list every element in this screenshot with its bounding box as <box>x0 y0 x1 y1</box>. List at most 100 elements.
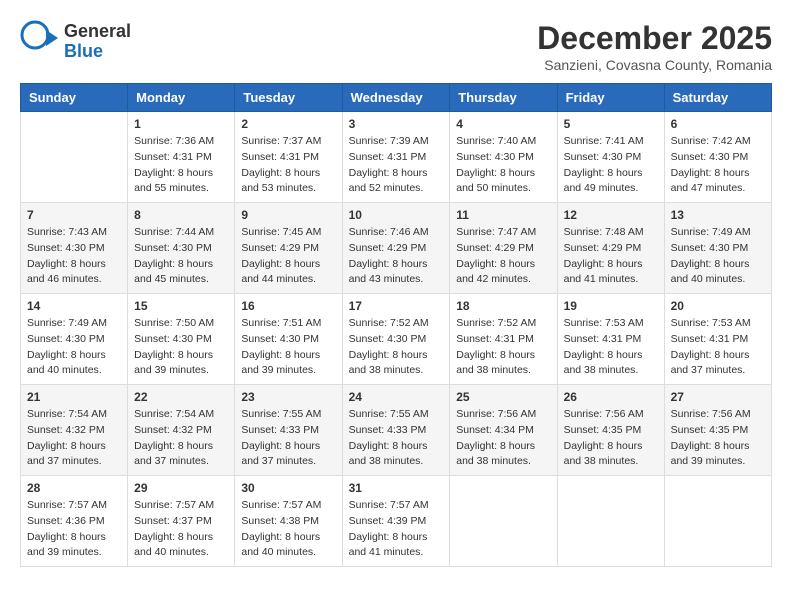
weekday-header-cell: Wednesday <box>342 84 450 112</box>
day-info: Sunrise: 7:52 AM Sunset: 4:30 PM Dayligh… <box>349 316 444 379</box>
logo-general-text: General <box>64 22 131 42</box>
calendar-day-cell: 1 Sunrise: 7:36 AM Sunset: 4:31 PM Daylig… <box>128 112 235 203</box>
day-info: Sunrise: 7:49 AM Sunset: 4:30 PM Dayligh… <box>671 225 765 288</box>
day-number: 9 <box>241 208 335 222</box>
weekday-header-cell: Saturday <box>664 84 771 112</box>
weekday-header-cell: Sunday <box>21 84 128 112</box>
month-title: December 2025 <box>537 20 772 57</box>
day-info: Sunrise: 7:40 AM Sunset: 4:30 PM Dayligh… <box>456 134 550 197</box>
day-info: Sunrise: 7:51 AM Sunset: 4:30 PM Dayligh… <box>241 316 335 379</box>
calendar-day-cell: 2 Sunrise: 7:37 AM Sunset: 4:31 PM Daylig… <box>235 112 342 203</box>
calendar-day-cell <box>21 112 128 203</box>
day-info: Sunrise: 7:57 AM Sunset: 4:37 PM Dayligh… <box>134 498 228 561</box>
day-number: 4 <box>456 117 550 131</box>
calendar-day-cell: 16 Sunrise: 7:51 AM Sunset: 4:30 PM Dayli… <box>235 294 342 385</box>
calendar-day-cell: 28 Sunrise: 7:57 AM Sunset: 4:36 PM Dayli… <box>21 476 128 567</box>
calendar-day-cell: 30 Sunrise: 7:57 AM Sunset: 4:38 PM Dayli… <box>235 476 342 567</box>
calendar-day-cell: 5Sunrise: 7:41 AM Sunset: 4:30 PM Daylig… <box>557 112 664 203</box>
day-info: Sunrise: 7:43 AM Sunset: 4:30 PM Dayligh… <box>27 225 121 288</box>
calendar-day-cell: 13 Sunrise: 7:49 AM Sunset: 4:30 PM Dayli… <box>664 203 771 294</box>
calendar-day-cell: 7Sunrise: 7:43 AM Sunset: 4:30 PM Daylig… <box>21 203 128 294</box>
calendar-table: SundayMondayTuesdayWednesdayThursdayFrid… <box>20 83 772 567</box>
day-info: Sunrise: 7:37 AM Sunset: 4:31 PM Dayligh… <box>241 134 335 197</box>
day-info: Sunrise: 7:46 AM Sunset: 4:29 PM Dayligh… <box>349 225 444 288</box>
calendar-day-cell: 22Sunrise: 7:54 AM Sunset: 4:32 PM Dayli… <box>128 385 235 476</box>
calendar-day-cell: 8Sunrise: 7:44 AM Sunset: 4:30 PM Daylig… <box>128 203 235 294</box>
calendar-day-cell: 18Sunrise: 7:52 AM Sunset: 4:31 PM Dayli… <box>450 294 557 385</box>
calendar-day-cell: 14 Sunrise: 7:49 AM Sunset: 4:30 PM Dayli… <box>21 294 128 385</box>
calendar-day-cell: 19Sunrise: 7:53 AM Sunset: 4:31 PM Dayli… <box>557 294 664 385</box>
day-info: Sunrise: 7:39 AM Sunset: 4:31 PM Dayligh… <box>349 134 444 197</box>
day-number: 31 <box>349 481 444 495</box>
day-number: 28 <box>27 481 121 495</box>
calendar-day-cell: 4 Sunrise: 7:40 AM Sunset: 4:30 PM Daylig… <box>450 112 557 203</box>
calendar-day-cell: 20 Sunrise: 7:53 AM Sunset: 4:31 PM Dayli… <box>664 294 771 385</box>
day-number: 16 <box>241 299 335 313</box>
logo: General Blue <box>20 20 131 63</box>
calendar-day-cell: 12Sunrise: 7:48 AM Sunset: 4:29 PM Dayli… <box>557 203 664 294</box>
calendar-day-cell: 17 Sunrise: 7:52 AM Sunset: 4:30 PM Dayli… <box>342 294 450 385</box>
day-number: 13 <box>671 208 765 222</box>
calendar-day-cell: 3 Sunrise: 7:39 AM Sunset: 4:31 PM Daylig… <box>342 112 450 203</box>
calendar-day-cell <box>557 476 664 567</box>
day-info: Sunrise: 7:57 AM Sunset: 4:36 PM Dayligh… <box>27 498 121 561</box>
day-number: 24 <box>349 390 444 404</box>
day-number: 5 <box>564 117 658 131</box>
logo-icon <box>20 20 58 58</box>
calendar-day-cell: 11 Sunrise: 7:47 AM Sunset: 4:29 PM Dayli… <box>450 203 557 294</box>
calendar-day-cell: 27 Sunrise: 7:56 AM Sunset: 4:35 PM Dayli… <box>664 385 771 476</box>
day-info: Sunrise: 7:57 AM Sunset: 4:38 PM Dayligh… <box>241 498 335 561</box>
day-number: 14 <box>27 299 121 313</box>
weekday-header-cell: Friday <box>557 84 664 112</box>
calendar-day-cell <box>450 476 557 567</box>
day-number: 26 <box>564 390 658 404</box>
calendar-body: 1 Sunrise: 7:36 AM Sunset: 4:31 PM Daylig… <box>21 112 772 567</box>
day-info: Sunrise: 7:57 AM Sunset: 4:39 PM Dayligh… <box>349 498 444 561</box>
title-area: December 2025 Sanzieni, Covasna County, … <box>537 20 772 73</box>
day-info: Sunrise: 7:36 AM Sunset: 4:31 PM Dayligh… <box>134 134 228 197</box>
calendar-day-cell: 31 Sunrise: 7:57 AM Sunset: 4:39 PM Dayli… <box>342 476 450 567</box>
calendar-day-cell: 24 Sunrise: 7:55 AM Sunset: 4:33 PM Dayli… <box>342 385 450 476</box>
day-info: Sunrise: 7:47 AM Sunset: 4:29 PM Dayligh… <box>456 225 550 288</box>
day-number: 10 <box>349 208 444 222</box>
logo-blue-text: Blue <box>64 42 131 62</box>
calendar-day-cell: 23Sunrise: 7:55 AM Sunset: 4:33 PM Dayli… <box>235 385 342 476</box>
day-number: 30 <box>241 481 335 495</box>
day-number: 27 <box>671 390 765 404</box>
calendar-week-row: 14 Sunrise: 7:49 AM Sunset: 4:30 PM Dayli… <box>21 294 772 385</box>
calendar-day-cell: 15 Sunrise: 7:50 AM Sunset: 4:30 PM Dayli… <box>128 294 235 385</box>
day-number: 6 <box>671 117 765 131</box>
day-info: Sunrise: 7:44 AM Sunset: 4:30 PM Dayligh… <box>134 225 228 288</box>
calendar-week-row: 1 Sunrise: 7:36 AM Sunset: 4:31 PM Daylig… <box>21 112 772 203</box>
calendar-day-cell: 25Sunrise: 7:56 AM Sunset: 4:34 PM Dayli… <box>450 385 557 476</box>
day-number: 20 <box>671 299 765 313</box>
weekday-header-row: SundayMondayTuesdayWednesdayThursdayFrid… <box>21 84 772 112</box>
day-number: 15 <box>134 299 228 313</box>
day-info: Sunrise: 7:53 AM Sunset: 4:31 PM Dayligh… <box>671 316 765 379</box>
day-number: 1 <box>134 117 228 131</box>
header: General Blue December 2025 Sanzieni, Cov… <box>20 20 772 73</box>
day-info: Sunrise: 7:55 AM Sunset: 4:33 PM Dayligh… <box>241 407 335 470</box>
day-info: Sunrise: 7:55 AM Sunset: 4:33 PM Dayligh… <box>349 407 444 470</box>
day-number: 17 <box>349 299 444 313</box>
calendar-week-row: 21Sunrise: 7:54 AM Sunset: 4:32 PM Dayli… <box>21 385 772 476</box>
day-info: Sunrise: 7:49 AM Sunset: 4:30 PM Dayligh… <box>27 316 121 379</box>
day-info: Sunrise: 7:50 AM Sunset: 4:30 PM Dayligh… <box>134 316 228 379</box>
day-info: Sunrise: 7:54 AM Sunset: 4:32 PM Dayligh… <box>134 407 228 470</box>
location: Sanzieni, Covasna County, Romania <box>537 57 772 73</box>
logo-text: General Blue <box>64 22 131 62</box>
day-number: 2 <box>241 117 335 131</box>
calendar-day-cell: 29Sunrise: 7:57 AM Sunset: 4:37 PM Dayli… <box>128 476 235 567</box>
day-info: Sunrise: 7:56 AM Sunset: 4:34 PM Dayligh… <box>456 407 550 470</box>
day-number: 3 <box>349 117 444 131</box>
day-number: 18 <box>456 299 550 313</box>
day-info: Sunrise: 7:56 AM Sunset: 4:35 PM Dayligh… <box>671 407 765 470</box>
calendar-week-row: 7Sunrise: 7:43 AM Sunset: 4:30 PM Daylig… <box>21 203 772 294</box>
day-number: 11 <box>456 208 550 222</box>
day-number: 12 <box>564 208 658 222</box>
weekday-header-cell: Monday <box>128 84 235 112</box>
day-info: Sunrise: 7:56 AM Sunset: 4:35 PM Dayligh… <box>564 407 658 470</box>
day-number: 19 <box>564 299 658 313</box>
calendar-day-cell: 10 Sunrise: 7:46 AM Sunset: 4:29 PM Dayli… <box>342 203 450 294</box>
day-info: Sunrise: 7:54 AM Sunset: 4:32 PM Dayligh… <box>27 407 121 470</box>
